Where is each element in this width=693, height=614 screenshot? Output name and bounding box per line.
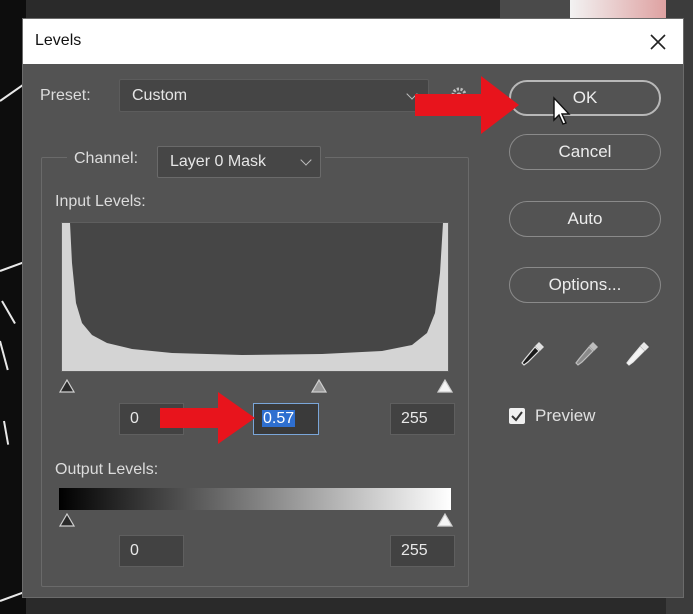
output-gradient: [59, 488, 451, 510]
histogram-graph: [62, 223, 448, 371]
input-white-field[interactable]: 255: [390, 403, 455, 435]
cancel-button[interactable]: Cancel: [509, 134, 661, 170]
close-button[interactable]: [643, 27, 673, 57]
ok-button[interactable]: OK: [509, 80, 661, 116]
input-white-value: 255: [401, 410, 428, 427]
dialog-titlebar: Levels: [23, 19, 683, 64]
close-icon: [650, 34, 666, 50]
input-gamma-field[interactable]: 0.57: [253, 403, 319, 435]
mouse-cursor-icon: [553, 96, 571, 125]
eyedropper-white-icon[interactable]: [624, 339, 652, 369]
output-levels-label: Output Levels:: [55, 461, 159, 478]
output-levels-slider[interactable]: [59, 513, 453, 529]
output-white-handle[interactable]: [437, 513, 453, 527]
preview-label: Preview: [535, 406, 596, 425]
output-black-field[interactable]: 0: [119, 535, 184, 567]
red-arrow-icon: [415, 76, 519, 134]
output-black-value: 0: [130, 542, 139, 559]
options-button[interactable]: Options...: [509, 267, 661, 303]
channel-dropdown[interactable]: Layer 0 Mask: [157, 146, 321, 178]
preset-label: Preset:: [40, 87, 91, 104]
levels-dialog: Levels Preset: Custom Channel: Layer 0 M…: [22, 18, 684, 598]
chevron-down-icon: [300, 154, 312, 166]
input-levels-label: Input Levels:: [55, 193, 146, 210]
output-black-handle[interactable]: [59, 513, 75, 527]
output-white-field[interactable]: 255: [390, 535, 455, 567]
input-black-handle[interactable]: [59, 379, 75, 393]
output-white-value: 255: [401, 542, 428, 559]
preset-value: Custom: [132, 87, 188, 104]
checkmark-icon: [511, 411, 523, 422]
channel-label: Channel:: [74, 150, 139, 167]
red-arrow-icon: [160, 392, 255, 444]
input-black-value: 0: [130, 410, 139, 427]
input-gamma-value: 0.57: [262, 410, 296, 427]
eyedropper-gray-icon[interactable]: [573, 339, 601, 369]
channel-value: Layer 0 Mask: [170, 153, 267, 170]
preview-checkbox[interactable]: [509, 408, 525, 424]
histogram: [61, 222, 449, 372]
auto-button[interactable]: Auto: [509, 201, 661, 237]
preset-dropdown[interactable]: Custom: [119, 79, 429, 112]
dialog-title: Levels: [35, 32, 82, 49]
input-gamma-handle[interactable]: [311, 379, 327, 393]
input-white-handle[interactable]: [437, 379, 453, 393]
eyedropper-black-icon[interactable]: [519, 339, 547, 369]
